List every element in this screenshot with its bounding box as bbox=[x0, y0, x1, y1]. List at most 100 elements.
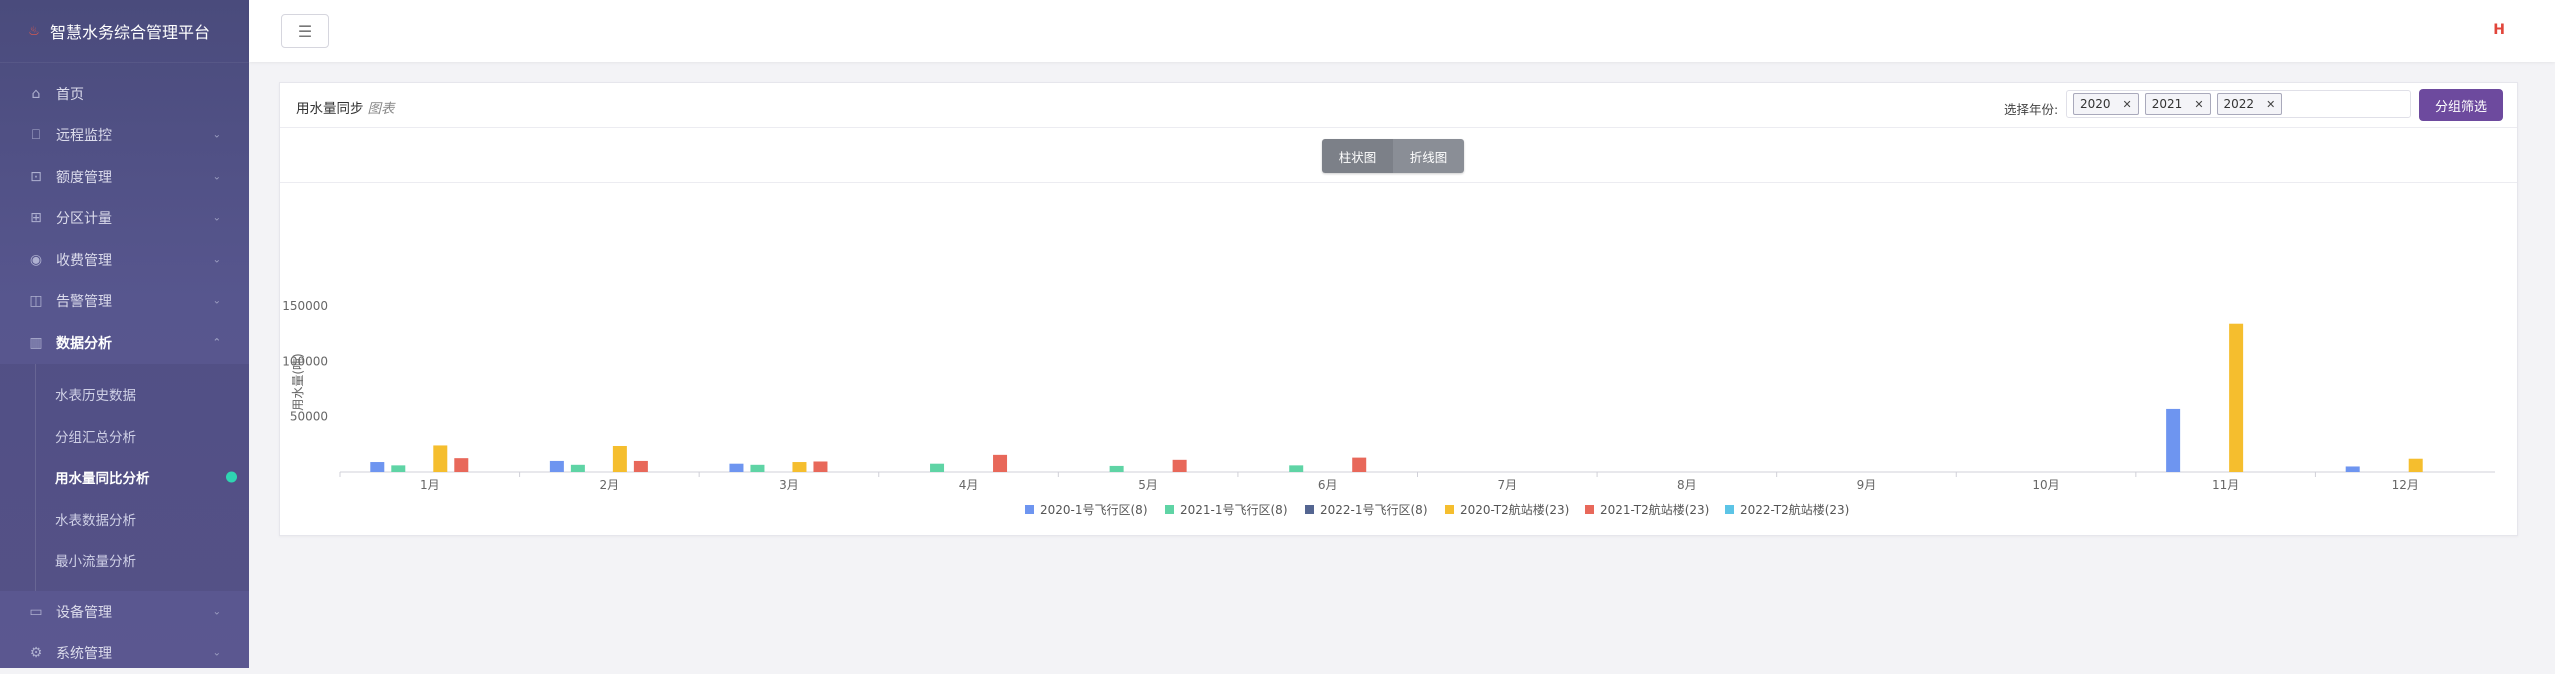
usage-chart-card: 用水量同步图表 选择年份: 2020 ✕ 2021 ✕ 2022 ✕ 分组筛选 柱状图… bbox=[279, 82, 2518, 536]
sidebar-item-label: 数据分析 bbox=[56, 333, 112, 353]
submenu-label: 最小流量分析 bbox=[55, 550, 136, 570]
line-chart-toggle-button[interactable]: 折线图 bbox=[1393, 139, 1464, 173]
user-avatar-icon[interactable]: H bbox=[2493, 22, 2505, 38]
bar bbox=[433, 445, 447, 472]
x-tick-label: 8月 bbox=[1677, 478, 1697, 492]
menu-toggle-button[interactable]: ☰ bbox=[281, 14, 329, 48]
bar-chart-toggle-button[interactable]: 柱状图 bbox=[1322, 139, 1393, 173]
remove-tag-icon[interactable]: ✕ bbox=[2194, 98, 2203, 111]
bar bbox=[634, 461, 648, 472]
monitor-icon: ⎕ bbox=[26, 127, 46, 143]
grid-icon: ⊞ bbox=[26, 210, 46, 226]
sidebar-item-label: 首页 bbox=[56, 84, 84, 104]
sidebar-item-billing[interactable]: ◉ 收费管理 ⌄ bbox=[0, 239, 249, 281]
year-select-label: 选择年份: bbox=[2004, 99, 2058, 118]
sidebar-item-alarm[interactable]: ◫ 告警管理 ⌄ bbox=[0, 281, 249, 323]
card-title: 用水量同步图表 bbox=[296, 97, 395, 117]
sidebar-item-label: 收费管理 bbox=[56, 250, 112, 270]
bar bbox=[2346, 466, 2360, 472]
bar bbox=[391, 465, 405, 472]
hamburger-icon: ☰ bbox=[298, 22, 312, 41]
bar bbox=[750, 465, 764, 472]
chevron-down-icon: ⌄ bbox=[213, 213, 221, 224]
bar bbox=[813, 461, 827, 472]
year-tag: 2020 ✕ bbox=[2073, 93, 2139, 115]
bar bbox=[454, 458, 468, 472]
bar bbox=[370, 462, 384, 472]
x-tick-label: 10月 bbox=[2032, 478, 2059, 492]
submenu-item-group-summary[interactable]: 分组汇总分析 bbox=[0, 415, 249, 457]
sidebar-item-remote-monitor[interactable]: ⎕ 远程监控 ⌄ bbox=[0, 115, 249, 157]
alarm-icon: ◫ bbox=[26, 293, 46, 309]
legend-swatch bbox=[1025, 505, 1034, 514]
sidebar-item-label: 远程监控 bbox=[56, 125, 112, 145]
brand[interactable]: ♨ 智慧水务综合管理平台 bbox=[0, 0, 249, 63]
submenu-item-yoy-usage[interactable]: 用水量同比分析 bbox=[0, 457, 249, 499]
bar bbox=[550, 461, 564, 472]
bar bbox=[571, 465, 585, 472]
year-tag: 2022 ✕ bbox=[2217, 93, 2283, 115]
submenu-item-meter-data[interactable]: 水表数据分析 bbox=[0, 498, 249, 540]
bar bbox=[2166, 409, 2180, 472]
device-icon: ▭ bbox=[26, 604, 46, 620]
year-tag-label: 2022 bbox=[2224, 97, 2255, 111]
sidebar-item-label: 额度管理 bbox=[56, 167, 112, 187]
bar bbox=[2409, 459, 2423, 472]
sidebar-menu-lower: ▭ 设备管理 ⌄ ⚙ 系统管理 ⌄ bbox=[0, 591, 249, 674]
legend-swatch bbox=[1165, 505, 1174, 514]
submenu-item-meter-history[interactable]: 水表历史数据 bbox=[0, 374, 249, 416]
sidebar-item-label: 设备管理 bbox=[56, 602, 112, 622]
chart-type-toggle: 柱状图 折线图 bbox=[1322, 139, 1464, 173]
sidebar-item-label: 系统管理 bbox=[56, 643, 112, 663]
card-title-text: 用水量同步 bbox=[296, 101, 364, 117]
x-tick-label: 1月 bbox=[420, 478, 440, 492]
sidebar-item-device[interactable]: ▭ 设备管理 ⌄ bbox=[0, 591, 249, 633]
chevron-down-icon: ⌄ bbox=[213, 171, 221, 182]
chevron-down-icon: ⌄ bbox=[213, 648, 221, 659]
legend-swatch bbox=[1725, 505, 1734, 514]
usage-bar-chart: 用水量(吨)500001000001500001月2月3月4月5月6月7月8月9… bbox=[280, 183, 2517, 535]
home-icon: ⌂ bbox=[26, 86, 46, 102]
card-header: 用水量同步图表 选择年份: 2020 ✕ 2021 ✕ 2022 ✕ 分组筛选 bbox=[280, 83, 2517, 128]
x-tick-label: 3月 bbox=[779, 478, 799, 492]
remove-tag-icon[interactable]: ✕ bbox=[2123, 98, 2132, 111]
submenu-label: 用水量同比分析 bbox=[55, 467, 150, 487]
y-tick-label: 150000 bbox=[282, 299, 328, 313]
sidebar-item-home[interactable]: ⌂ 首页 bbox=[0, 73, 249, 115]
group-filter-button[interactable]: 分组筛选 bbox=[2419, 89, 2503, 121]
x-tick-label: 2月 bbox=[600, 478, 620, 492]
year-multiselect[interactable]: 2020 ✕ 2021 ✕ 2022 ✕ bbox=[2066, 90, 2411, 118]
chevron-down-icon: ⌄ bbox=[213, 130, 221, 141]
year-tag-label: 2021 bbox=[2152, 97, 2183, 111]
bar bbox=[2229, 324, 2243, 472]
x-tick-label: 7月 bbox=[1497, 478, 1517, 492]
chevron-up-icon: ⌃ bbox=[213, 337, 221, 348]
x-tick-label: 5月 bbox=[1138, 478, 1158, 492]
sidebar-item-label: 分区计量 bbox=[56, 208, 112, 228]
legend-label: 2020-T2航站楼(23) bbox=[1460, 502, 1569, 517]
bar bbox=[1289, 465, 1303, 472]
quota-icon: ⊡ bbox=[26, 169, 46, 185]
active-dot-icon bbox=[226, 472, 237, 483]
sidebar: ♨ 智慧水务综合管理平台 ⌂ 首页 ⎕ 远程监控 ⌄ ⊡ 额度管理 ⌄ ⊞ 分区… bbox=[0, 0, 249, 668]
bar bbox=[792, 462, 806, 472]
legend-swatch bbox=[1305, 505, 1314, 514]
legend-swatch bbox=[1445, 505, 1454, 514]
sidebar-item-zone-metering[interactable]: ⊞ 分区计量 ⌄ bbox=[0, 198, 249, 240]
sidebar-item-data-analysis[interactable]: ▥ 数据分析 ⌃ bbox=[0, 322, 249, 364]
remove-tag-icon[interactable]: ✕ bbox=[2266, 98, 2275, 111]
fee-icon: ◉ bbox=[26, 252, 46, 268]
x-tick-label: 12月 bbox=[2392, 478, 2419, 492]
bar bbox=[930, 464, 944, 472]
sidebar-item-quota[interactable]: ⊡ 额度管理 ⌄ bbox=[0, 156, 249, 198]
legend-label: 2022-T2航站楼(23) bbox=[1740, 502, 1849, 517]
bar bbox=[613, 446, 627, 472]
analysis-icon: ▥ bbox=[26, 335, 46, 351]
sidebar-menu: ⌂ 首页 ⎕ 远程监控 ⌄ ⊡ 额度管理 ⌄ ⊞ 分区计量 ⌄ ◉ 收费管理 ⌄… bbox=[0, 63, 249, 364]
legend-label: 2021-T2航站楼(23) bbox=[1600, 502, 1709, 517]
bar bbox=[1173, 460, 1187, 472]
chevron-down-icon: ⌄ bbox=[213, 606, 221, 617]
year-tag-label: 2020 bbox=[2080, 97, 2111, 111]
logo-icon: ♨ bbox=[26, 23, 42, 39]
submenu-item-min-flow[interactable]: 最小流量分析 bbox=[0, 540, 249, 582]
